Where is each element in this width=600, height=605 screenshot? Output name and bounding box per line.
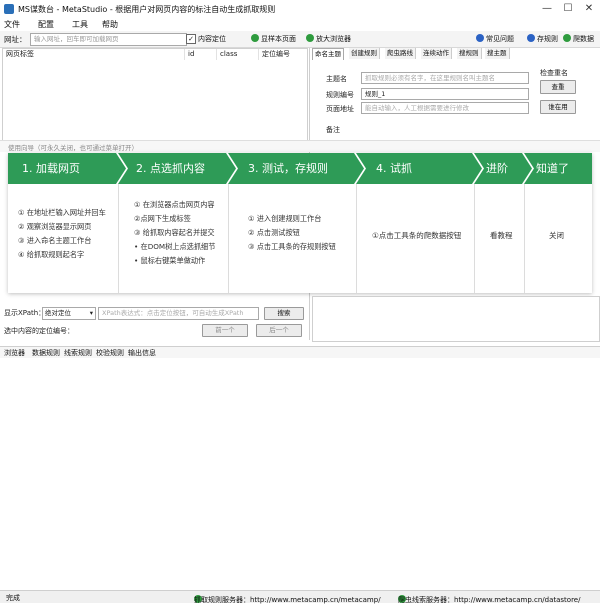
remark-textarea[interactable] — [312, 296, 600, 342]
save-rule-button[interactable]: 存规则 — [527, 34, 558, 44]
usage-wizard: 1. 加载网页 2. 点选抓内容 3. 测试，存规则 4. 试抓 进阶 知道了 … — [8, 153, 592, 293]
rule-no-input[interactable]: 规则_1 — [361, 88, 529, 100]
tab-search-rule[interactable]: 搜规则 — [457, 48, 482, 59]
chevron-down-icon: ▾ — [89, 309, 93, 317]
tab-create-rule[interactable]: 创建规则 — [349, 48, 380, 59]
url-label: 网址： — [4, 35, 27, 44]
help-icon — [476, 34, 484, 42]
step-2-line-3: ③ 给抓取内容起名并提交 — [134, 228, 215, 237]
tab-clue-rules[interactable]: 线索规则 — [64, 348, 92, 358]
step-divider — [118, 184, 119, 293]
tab-data-rules[interactable]: 数据规则 — [32, 348, 60, 358]
step-title-3: 3. 测试，存规则 — [248, 162, 328, 175]
minimize-button[interactable]: — — [540, 2, 554, 16]
tutorial-link[interactable]: 看教程 — [490, 230, 513, 241]
next-button[interactable]: 后一个 — [256, 324, 302, 337]
step-body-1: ① 在地址栏输入网址并回车 ② 观察浏览器显示网页 ③ 进入命名主题工作台 ④ … — [14, 184, 114, 293]
window-title: MS谋数台 - MetaStudio - 根据用户对网页内容的标注自动生成抓取规… — [18, 5, 276, 14]
tab-crawler-route[interactable]: 爬虫路线 — [385, 48, 416, 59]
theme-name-input[interactable]: 抓取规则必须有名字，在这里规则名叫主题名 — [361, 72, 529, 84]
app-icon — [4, 4, 14, 14]
column-header-tag[interactable]: 网页标签 — [3, 49, 185, 60]
check-icon — [251, 34, 259, 42]
step-2-line-4: • 在DOM树上点选抓细节 — [134, 242, 216, 251]
step-divider — [524, 184, 525, 293]
tab-output-info[interactable]: 输出信息 — [128, 348, 156, 358]
step-body-3: ① 进入创建规则工作台 ② 点击测试按钮 ③ 点击工具条的存规则按钮 — [244, 184, 356, 293]
step-1-line-2: ② 观察浏览器显示网页 — [18, 222, 92, 231]
menu-file[interactable]: 文件 — [4, 19, 20, 30]
step-divider — [356, 184, 357, 293]
xpath-toolbar: 显示XPath： 绝对定位 ▾ XPath表达式：点击定位按钮，可自动生成XPat… — [0, 305, 308, 321]
menu-bar: 文件 配置 工具 帮助 — [0, 18, 600, 31]
content-locate-checkbox[interactable]: ✓ — [186, 34, 196, 44]
close-button[interactable]: ✕ — [582, 2, 596, 16]
close-guide-link[interactable]: 关闭 — [549, 230, 564, 241]
column-header-class[interactable]: class — [217, 49, 259, 60]
search-button[interactable]: 搜索 — [264, 307, 304, 320]
toolbar: 网址： 输入网址，回车即可加载网页 ✓ 内容定位 显样本页面 放大浏览器 常见问… — [0, 31, 600, 48]
step-3-line-1: ① 进入创建规则工作台 — [248, 214, 322, 223]
locate-number-row: 选中内容的定位编号： 前一个 后一个 — [0, 322, 308, 338]
tab-continuous-action[interactable]: 连续动作 — [421, 48, 452, 59]
theme-workbench: 命名主题 创建规则 爬虫路线 连续动作 搜规则 搜主题 主题名 抓取规则必须有名… — [312, 48, 598, 142]
menu-help[interactable]: 帮助 — [102, 19, 118, 30]
save-sample-button[interactable]: 显样本页面 — [251, 34, 296, 44]
save-icon — [527, 34, 535, 42]
step-body-2: ① 在浏览器点击网页内容 ②点网下生成标签 ③ 给抓取内容起名并提交 • 在DO… — [132, 184, 232, 293]
step-3-line-3: ③ 点击工具条的存规则按钮 — [248, 242, 336, 251]
zoom-browser-button[interactable]: 放大浏览器 — [306, 34, 351, 44]
crawl-icon — [563, 34, 571, 42]
page-address-label: 页面地址 — [326, 105, 354, 113]
tab-validation-rules[interactable]: 校验规则 — [96, 348, 124, 358]
theme-name-label: 主题名 — [326, 75, 347, 83]
step-arrow-4[interactable] — [356, 153, 482, 184]
title-bar: MS谋数台 - MetaStudio - 根据用户对网页内容的标注自动生成抓取规… — [0, 0, 600, 18]
check-duplicate-label: 检查重名 — [540, 69, 568, 77]
step-title-2: 2. 点选抓内容 — [136, 162, 205, 175]
page-address-input[interactable]: 能自动输入，人工根据需要进行修改 — [361, 102, 529, 114]
step-1-line-3: ③ 进入命名主题工作台 — [18, 236, 92, 245]
step-title-4: 4. 试抓 — [376, 162, 412, 175]
xpath-label: 显示XPath： — [4, 309, 46, 317]
step-title-6: 知道了 — [536, 162, 569, 175]
crawl-data-button[interactable]: 爬数据 — [563, 34, 594, 44]
content-locate-label[interactable]: 内容定位 — [198, 34, 226, 44]
locate-number-label: 选中内容的定位编号： — [4, 327, 74, 335]
xpath-expression-input[interactable]: XPath表达式：点击定位按钮，可自动生成XPath — [98, 307, 259, 320]
step-2-line-5: • 鼠标右键菜单做动作 — [134, 256, 206, 265]
tab-name-theme[interactable]: 命名主题 — [312, 48, 344, 60]
status-bar: 完成 抓取规则服务器：http://www.metacamp.cn/metaca… — [0, 590, 600, 604]
guide-hint: 使用向导（可永久关闭，也可通过菜单打开） — [8, 144, 138, 152]
step-4-line-1: ①点击工具条的爬数据按钮 — [372, 231, 462, 240]
prev-button[interactable]: 前一个 — [202, 324, 248, 337]
check-duplicate-button[interactable]: 查重 — [540, 80, 576, 94]
url-input[interactable]: 输入网址，回车即可加载网页 — [30, 33, 187, 46]
menu-config[interactable]: 配置 — [38, 19, 54, 30]
remark-label: 备注 — [326, 126, 340, 134]
guide-hint-bar: 使用向导（可永久关闭，也可通过菜单打开） — [0, 140, 600, 152]
rule-no-label: 规则编号 — [326, 91, 354, 99]
dom-tree-table[interactable]: 网页标签 id class 定位编号 — [2, 48, 308, 144]
step-2-line-2: ②点网下生成标签 — [134, 214, 191, 223]
tab-search-theme[interactable]: 搜主题 — [485, 48, 510, 59]
who-uses-button[interactable]: 谁在用 — [540, 100, 576, 114]
step-1-line-1: ① 在地址栏输入网址并回车 — [18, 208, 106, 217]
step-1-line-4: ④ 给抓取规则起名字 — [18, 250, 85, 259]
tab-browser[interactable]: 浏览器 — [4, 348, 25, 358]
wizard-steps: 1. 加载网页 2. 点选抓内容 3. 测试，存规则 4. 试抓 进阶 知道了 — [8, 153, 592, 184]
step-2-line-1: ① 在浏览器点击网页内容 — [134, 200, 215, 209]
zoom-icon — [306, 34, 314, 42]
column-header-locate-no[interactable]: 定位编号 — [259, 49, 306, 60]
step-3-line-2: ② 点击测试按钮 — [248, 228, 300, 237]
menu-tools[interactable]: 工具 — [72, 19, 88, 30]
step-title-5: 进阶 — [486, 162, 508, 175]
xpath-mode-select[interactable]: 绝对定位 ▾ — [42, 307, 96, 320]
maximize-button[interactable]: ☐ — [561, 2, 575, 16]
step-divider — [474, 184, 475, 293]
embedded-browser[interactable] — [0, 358, 600, 588]
step-title-1: 1. 加载网页 — [22, 162, 80, 175]
faq-button[interactable]: 常见问题 — [476, 34, 514, 44]
column-header-id[interactable]: id — [185, 49, 217, 60]
